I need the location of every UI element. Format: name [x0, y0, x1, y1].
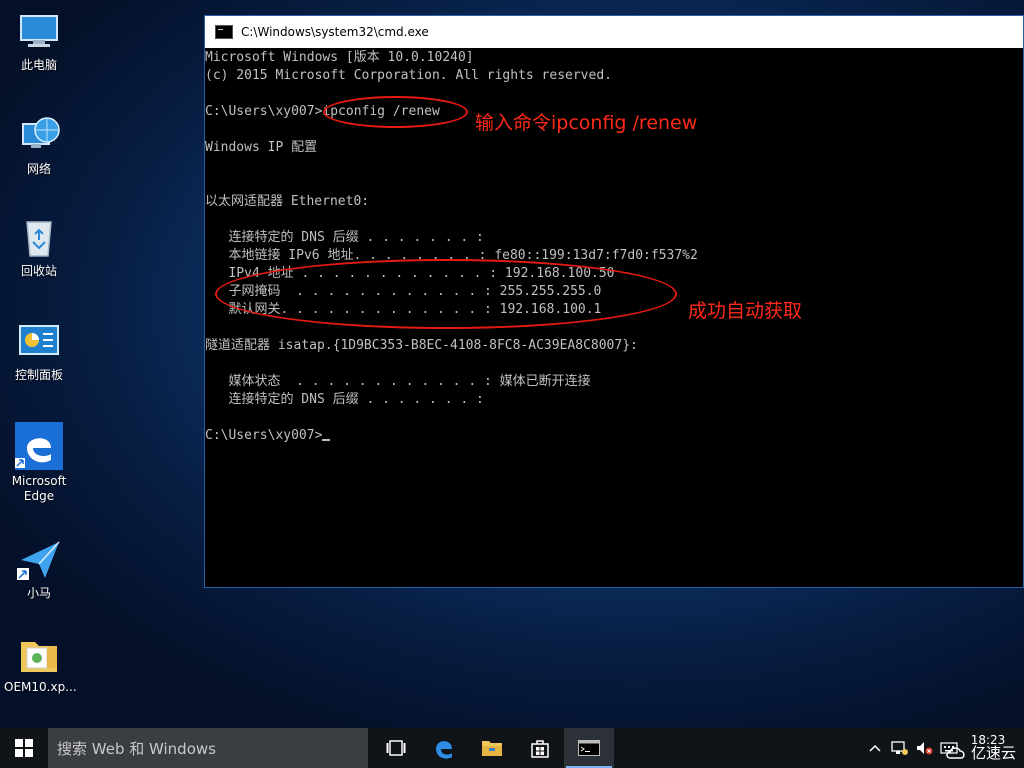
desktop-icon-label: 网络 [26, 162, 51, 176]
desktop-icon-network[interactable]: 网络 [4, 114, 74, 177]
network-status-button[interactable] [888, 728, 912, 768]
taskbar-store-button[interactable] [516, 728, 564, 768]
desktop-icon-label: 控制面板 [14, 368, 63, 382]
command-highlight-ellipse [323, 96, 468, 128]
network-globe-icon [17, 114, 61, 158]
console-line: Microsoft Windows [版本 10.0.10240] [205, 50, 474, 65]
console-line: 隧道适配器 isatap.{1D9BC353-B8EC-4108-8FC8-AC… [205, 338, 638, 353]
taskbar-file-explorer-button[interactable] [468, 728, 516, 768]
console-prompt: C:\Users\xy007> [205, 428, 323, 443]
console-line: 以太网适配器 Ethernet0: [205, 194, 370, 209]
console-line: (c) 2015 Microsoft Corporation. All righ… [205, 68, 612, 83]
console-line: 媒体状态 . . . . . . . . . . . . : 媒体已断开连接 [205, 374, 591, 389]
result-highlight-ellipse [215, 259, 677, 329]
taskbar-cmd-button[interactable] [564, 728, 614, 768]
control-panel-icon [17, 320, 61, 364]
recycle-bin-icon [17, 216, 61, 260]
network-icon [891, 741, 908, 755]
window-titlebar[interactable]: C:\Windows\system32\cmd.exe [205, 16, 1023, 48]
console-line: 本地链接 IPv6 地址. . . . . . . . : fe80::199:… [205, 248, 698, 263]
taskbar: 搜索 Web 和 Windows 18:23 亿速云 [0, 728, 1024, 768]
speaker-muted-icon [917, 742, 933, 755]
desktop-icon-label: 小马 [26, 586, 51, 600]
success-annotation: 成功自动获取 [688, 300, 803, 322]
search-input[interactable]: 搜索 Web 和 Windows [48, 728, 368, 768]
console-line: Windows IP 配置 [205, 140, 318, 155]
desktop-icon-control-panel[interactable]: 控制面板 [4, 320, 74, 383]
computer-icon [17, 10, 61, 54]
edge-icon [15, 422, 63, 470]
cloud-logo-icon [946, 746, 965, 759]
folder-icon [482, 741, 502, 756]
watermark-text: 亿速云 [970, 744, 1016, 762]
cmd-icon [578, 740, 600, 756]
windows-logo-icon [15, 739, 33, 757]
command-annotation: 输入命令ipconfig /renew [475, 112, 698, 134]
search-placeholder: 搜索 Web 和 Windows [57, 739, 216, 758]
taskbar-edge-button[interactable] [420, 728, 468, 768]
volume-button[interactable] [912, 728, 936, 768]
chevron-up-icon [869, 744, 881, 752]
cmd-window[interactable]: C:\Windows\system32\cmd.exe Microsoft Wi… [204, 15, 1024, 588]
paper-plane-icon [17, 538, 61, 582]
desktop-icon-label: Microsoft Edge [11, 474, 67, 503]
desktop-icon-recycle-bin[interactable]: 回收站 [4, 216, 74, 279]
desktop-icon-xiaoma[interactable]: 小马 [4, 538, 74, 601]
console-prompt-line[interactable]: C:\Users\xy007> [205, 427, 1023, 445]
console-line: 连接特定的 DNS 后缀 . . . . . . . : [205, 392, 484, 407]
desktop-icon-this-pc[interactable]: 此电脑 [4, 10, 74, 73]
text-cursor [322, 439, 331, 441]
watermark: 亿速云 [945, 742, 1016, 763]
window-title: C:\Windows\system32\cmd.exe [241, 25, 429, 39]
store-bag-icon [531, 740, 549, 758]
desktop-icon-label: 此电脑 [20, 58, 57, 72]
cmd-icon [215, 25, 233, 39]
show-hidden-icons-button[interactable] [862, 728, 888, 768]
start-button[interactable] [0, 728, 48, 768]
desktop-icon-oem10[interactable]: OEM10.xp... [4, 632, 77, 695]
folder-icon [17, 632, 61, 676]
task-view-button[interactable] [372, 728, 420, 768]
task-view-icon [386, 740, 406, 756]
edge-icon [436, 741, 452, 759]
console-line: 连接特定的 DNS 后缀 . . . . . . . : [205, 230, 484, 245]
desktop-icon-label: OEM10.xp... [4, 680, 77, 694]
desktop-icon-label: 回收站 [20, 264, 57, 278]
desktop-icon-microsoft-edge[interactable]: Microsoft Edge [4, 422, 74, 504]
